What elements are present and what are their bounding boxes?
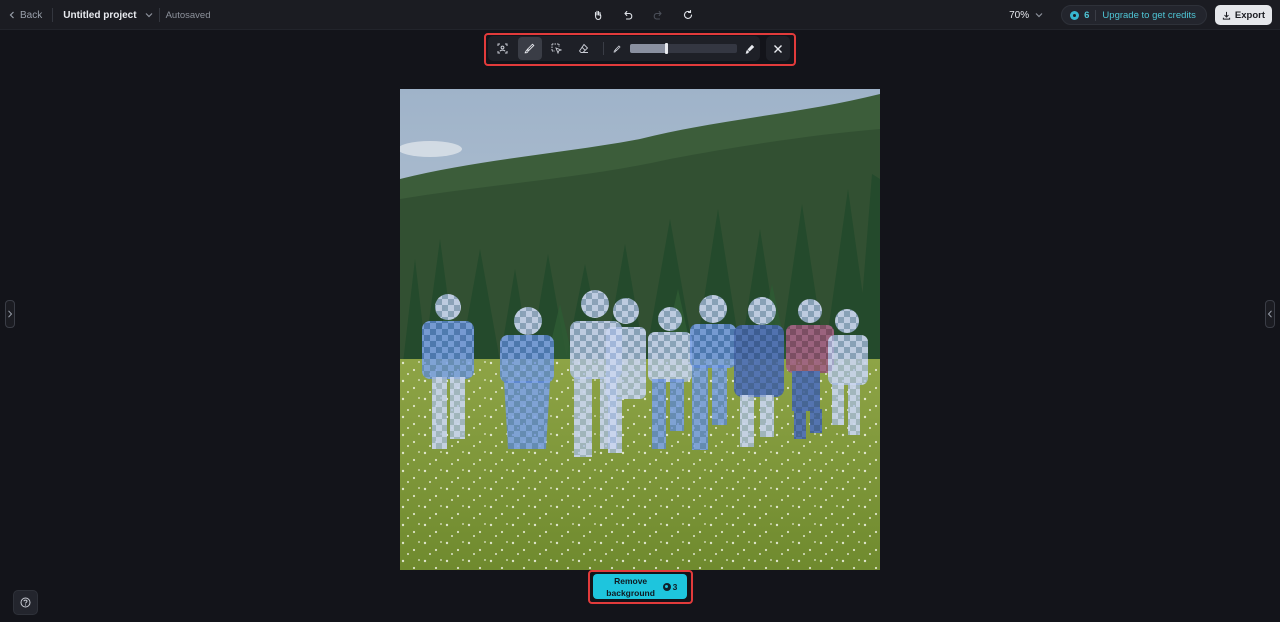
eraser-icon <box>579 43 589 53</box>
chevron-left-icon <box>9 11 14 19</box>
project-name-dropdown[interactable]: Untitled project <box>63 9 153 21</box>
close-icon <box>774 44 782 53</box>
top-bar-left: Back Untitled project Autosaved <box>8 0 210 30</box>
back-button[interactable]: Back <box>8 10 42 21</box>
back-label: Back <box>20 9 43 21</box>
chevron-left-icon <box>1267 310 1272 318</box>
credit-coin-icon <box>662 582 671 591</box>
upgrade-link[interactable]: Upgrade to get credits <box>1102 10 1197 21</box>
left-panel-toggle[interactable] <box>5 300 15 328</box>
canvas-image[interactable] <box>400 89 880 570</box>
remove-background-cost: 3 <box>662 581 678 592</box>
selection-toolbar <box>488 36 760 61</box>
remove-background-label: Remove background <box>606 575 655 598</box>
divider <box>52 8 54 22</box>
brush-size-slider[interactable] <box>629 43 738 54</box>
divider <box>158 8 160 22</box>
auto-select-tool[interactable] <box>491 37 515 60</box>
refresh-icon[interactable] <box>680 7 696 23</box>
project-name: Untitled project <box>63 9 137 21</box>
help-button[interactable] <box>13 590 38 615</box>
export-button[interactable]: Export <box>1214 5 1272 25</box>
credits-pill: 6 Upgrade to get credits <box>1061 5 1207 25</box>
hand-icon[interactable] <box>590 7 606 23</box>
toolbar-divider <box>602 42 604 55</box>
chevron-down-icon <box>1035 13 1043 18</box>
undo-icon[interactable] <box>620 7 636 23</box>
box-select-icon <box>551 43 563 54</box>
brush-size-large-icon <box>743 42 757 56</box>
credit-balance: 6 <box>1070 9 1097 21</box>
close-toolbar-button[interactable] <box>766 36 790 61</box>
chevron-down-icon <box>145 13 153 18</box>
eraser-tool[interactable] <box>572 37 596 60</box>
top-bar-right: 70% 6 Upgrade to get credits Export <box>1009 0 1272 30</box>
top-bar: Back Untitled project Autosaved 70% 6 Up… <box>0 0 1280 30</box>
zoom-dropdown[interactable]: 70% <box>1009 10 1043 21</box>
credit-count: 6 <box>1084 9 1090 21</box>
help-icon <box>20 597 31 608</box>
zoom-level: 70% <box>1009 9 1030 21</box>
brush-size-thumb[interactable] <box>665 43 669 54</box>
export-label: Export <box>1234 9 1265 21</box>
photo-kids-running-in-meadow <box>400 89 880 570</box>
brush-size-small-icon <box>610 42 624 56</box>
brush-size-fill <box>629 44 667 53</box>
auto-select-icon <box>497 43 508 54</box>
box-select-tool[interactable] <box>545 37 569 60</box>
save-status: Autosaved <box>165 9 211 21</box>
download-icon <box>1222 11 1231 20</box>
history-controls <box>590 0 696 30</box>
brush-tool[interactable] <box>517 37 542 60</box>
credit-coin-icon <box>1070 10 1080 20</box>
remove-background-cost-value: 3 <box>672 581 678 592</box>
brush-icon <box>524 43 535 54</box>
remove-background-button[interactable]: Remove background 3 <box>593 574 687 599</box>
right-panel-toggle[interactable] <box>1265 300 1275 328</box>
redo-icon[interactable] <box>650 7 666 23</box>
chevron-right-icon <box>8 310 13 318</box>
